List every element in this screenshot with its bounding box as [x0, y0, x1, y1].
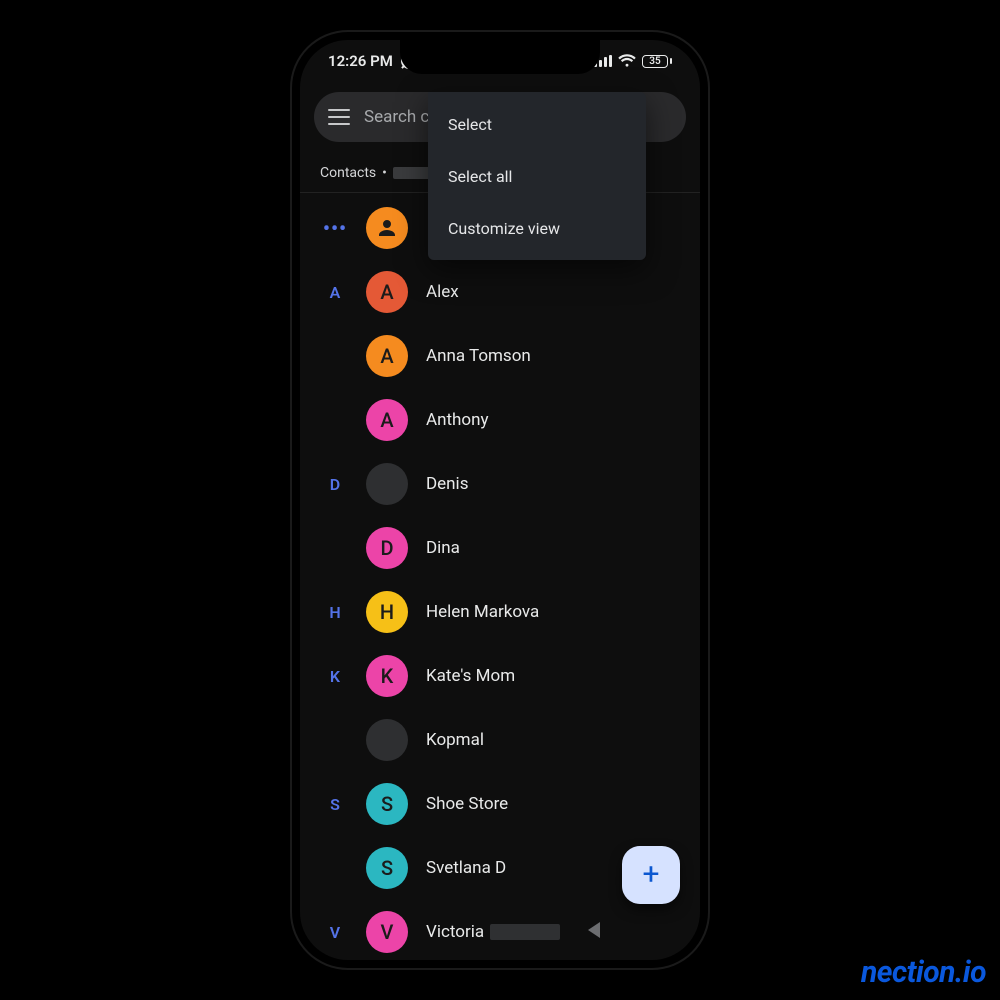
contact-row[interactable]: SS Shoe Store: [300, 772, 700, 836]
contact-name: Denis: [426, 474, 468, 494]
index-letter: H: [322, 603, 348, 622]
contact-row[interactable]: A Anna Tomson: [300, 324, 700, 388]
contact-name: Dina: [426, 538, 460, 558]
avatar: K: [366, 655, 408, 697]
screen: 12:26 PM 35 Search c: [300, 40, 700, 960]
contact-row[interactable]: AA Alex: [300, 260, 700, 324]
index-letter: K: [322, 667, 348, 686]
contact-row[interactable]: KK Kate's Mom: [300, 644, 700, 708]
contact-row[interactable]: D Dina: [300, 516, 700, 580]
avatar: A: [366, 271, 408, 313]
contact-name: Shoe Store: [426, 794, 508, 814]
avatar: A: [366, 335, 408, 377]
avatar: H: [366, 591, 408, 633]
menu-select[interactable]: Select: [428, 98, 646, 150]
index-letter: D: [322, 475, 348, 494]
contacts-header-label: Contacts: [320, 165, 376, 181]
contact-name: Alex: [426, 282, 459, 302]
menu-customize-view[interactable]: Customize view: [428, 202, 646, 254]
menu-select-all[interactable]: Select all: [428, 150, 646, 202]
contact-row[interactable]: D Denis: [300, 452, 700, 516]
status-time: 12:26 PM: [328, 52, 393, 70]
contacts-header-separator: •: [382, 165, 387, 181]
contact-row[interactable]: VV Victoria: [300, 900, 700, 960]
index-more: •••: [322, 216, 348, 240]
index-letter: S: [322, 795, 348, 814]
avatar: S: [366, 783, 408, 825]
contact-name: Kate's Mom: [426, 666, 515, 686]
battery-icon: 35: [642, 55, 672, 68]
avatar: S: [366, 847, 408, 889]
contact-name: Kopmal: [426, 730, 484, 750]
avatar: D: [366, 527, 408, 569]
plus-icon: +: [642, 860, 659, 890]
avatar: [366, 463, 408, 505]
avatar: [366, 719, 408, 761]
contact-row[interactable]: A Anthony: [300, 388, 700, 452]
overflow-menu: Select Select all Customize view: [428, 92, 646, 260]
contact-row[interactable]: Kopmal: [300, 708, 700, 772]
hamburger-icon[interactable]: [328, 109, 350, 125]
avatar: V: [366, 911, 408, 953]
contact-row[interactable]: HH Helen Markova: [300, 580, 700, 644]
person-icon: [366, 207, 408, 249]
index-letter: A: [322, 283, 348, 302]
add-contact-fab[interactable]: +: [622, 846, 680, 904]
contact-name: Anna Tomson: [426, 346, 531, 366]
phone-frame: 12:26 PM 35 Search c: [290, 30, 710, 970]
contact-name: Victoria: [426, 922, 560, 942]
notch: [400, 40, 600, 74]
battery-level: 35: [649, 56, 660, 67]
nav-back-icon[interactable]: [588, 922, 600, 938]
avatar: A: [366, 399, 408, 441]
contact-name: Helen Markova: [426, 602, 539, 622]
wifi-icon: [618, 54, 636, 68]
contact-name: Svetlana D: [426, 858, 506, 878]
watermark: nection.io: [861, 955, 986, 990]
contact-name: Anthony: [426, 410, 489, 430]
index-letter: V: [322, 923, 348, 942]
name-redacted: [490, 924, 560, 940]
